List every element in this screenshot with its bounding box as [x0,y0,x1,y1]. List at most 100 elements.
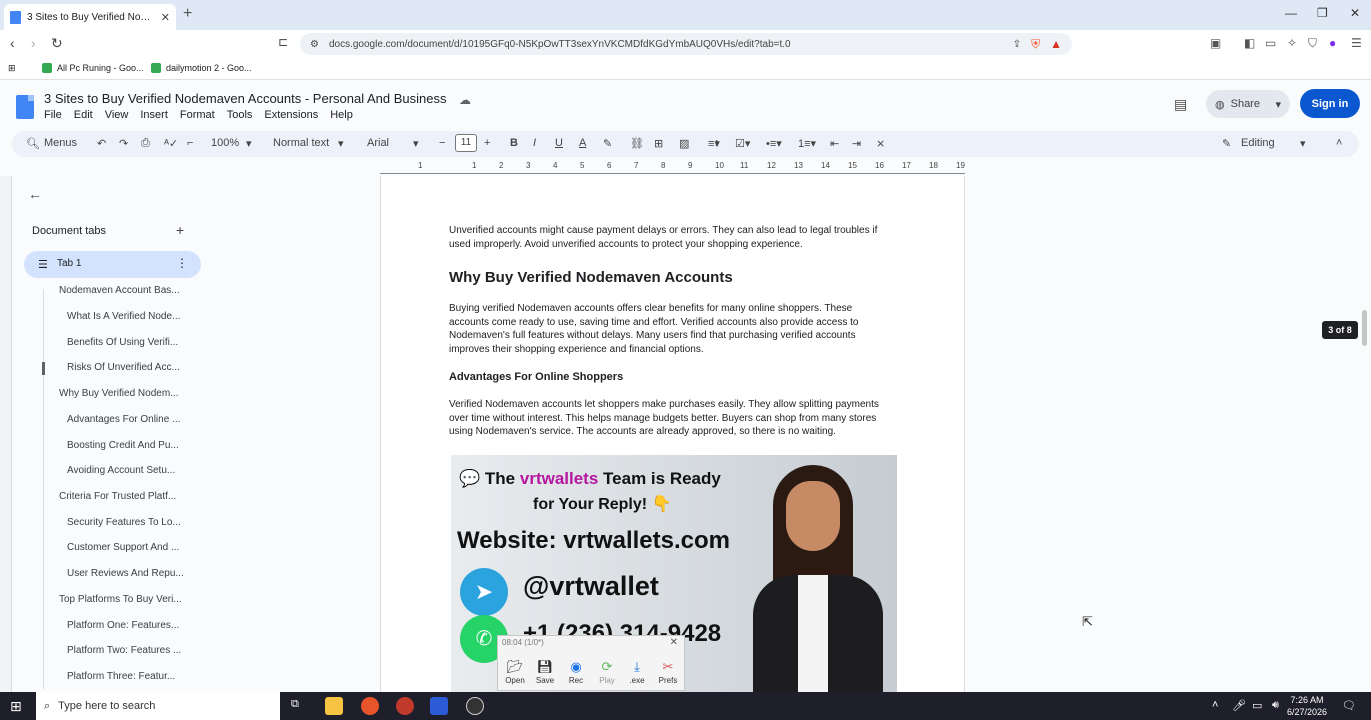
clear-formatting-icon[interactable]: ⨯ [876,137,885,150]
line-spacing-icon[interactable]: ↕ [714,137,720,149]
link-icon[interactable]: ⛓ [630,137,644,150]
brave-rewards-icon[interactable]: ▲ [1050,37,1062,51]
brave-browser-2-icon[interactable] [396,697,414,715]
vertical-scrollbar[interactable] [1362,310,1367,346]
brave-shield-icon[interactable]: ⛨ [1031,37,1040,52]
editing-pencil-icon[interactable]: ✎ [1222,137,1231,150]
sidebar-icon[interactable]: ◧ [1244,36,1255,50]
outline-item[interactable]: User Reviews And Repu... [67,568,184,579]
text-color-icon[interactable]: A [579,137,586,149]
chevron-down-icon[interactable]: ▾ [246,137,252,150]
outline-item[interactable]: Avoiding Account Setu... [67,465,175,476]
menus-search-label[interactable]: Menus [44,137,77,149]
new-tab-button[interactable]: + [183,5,192,23]
bookmark-item[interactable]: All Pc Runing - Goo... [42,63,144,73]
search-menus-icon[interactable]: 🔍︎ [26,137,40,150]
browser-tab[interactable]: 3 Sites to Buy Verified Nodemaven ✕ [4,4,176,30]
checklist-icon[interactable]: ☑▾ [735,137,750,150]
editing-mode-select[interactable]: Editing [1241,137,1275,149]
menu-help[interactable]: Help [330,109,353,121]
share-button[interactable]: ◍ Share ▾ [1206,90,1290,118]
decrease-font-icon[interactable]: − [439,137,445,149]
menu-extensions[interactable]: Extensions [264,109,318,121]
highlight-icon[interactable]: ✎ [603,137,612,150]
recorder-widget[interactable]: 08:04 (1/0*) ✕ 📂︎ Open 💾︎ Save ◉ Rec ⟳ Play … [497,635,685,691]
bookmark-item[interactable]: dailymotion 2 - Goo... [151,63,252,73]
apps-grid-icon[interactable]: ⊞ [8,63,16,74]
chevron-down-icon[interactable]: ▾ [1300,137,1306,150]
recorder-open-button[interactable]: 📂︎ Open [502,658,528,685]
decrease-indent-icon[interactable]: ⇤ [830,137,839,150]
paragraph[interactable]: Buying verified Nodemaven accounts offer… [449,302,894,357]
network-icon[interactable]: ▭ [1252,699,1262,712]
outline-item[interactable]: Benefits Of Using Verifi... [67,337,178,348]
bullet-list-icon[interactable]: •≡▾ [766,137,782,150]
close-window-icon[interactable]: ✕ [1350,6,1360,20]
task-view-icon[interactable]: ⧉ [291,698,299,711]
spellcheck-icon[interactable]: ᴬ✓ [164,137,178,150]
collapse-menus-icon[interactable]: ˄ [1336,137,1342,149]
paragraph[interactable]: Verified Nodemaven accounts let shoppers… [449,398,894,439]
docs-logo-icon[interactable] [16,95,34,119]
image-icon[interactable]: ▨ [679,137,689,150]
underline-icon[interactable]: U [555,137,563,149]
heading-advantages[interactable]: Advantages For Online Shoppers [449,371,623,383]
font-size-input[interactable]: 11 [455,134,477,152]
reader-icon[interactable]: ▣ [1210,36,1221,50]
comments-icon[interactable]: ▤ [1174,96,1187,113]
menu-edit[interactable]: Edit [74,109,93,121]
style-select[interactable]: Normal text [273,137,329,149]
more-options-icon[interactable]: ⋮ [176,256,188,270]
cloud-status-icon[interactable]: ☁ [459,93,471,107]
outline-item[interactable]: Risks Of Unverified Acc... [67,362,180,373]
close-tab-icon[interactable]: ✕ [161,11,170,24]
recorder-save-button[interactable]: 💾︎ Save [532,658,558,685]
back-arrow-icon[interactable]: ← [28,186,42,202]
recorder-prefs-button[interactable]: ✂ Prefs [655,658,681,685]
outline-item[interactable]: Security Features To Lo... [67,517,181,528]
recorder-exe-button[interactable]: ⤓ .exe [624,658,650,685]
italic-icon[interactable]: I [533,137,536,149]
redo-icon[interactable]: ↷ [119,137,128,150]
restore-icon[interactable]: ❐ [1317,6,1328,20]
leo-ai-icon[interactable]: ✧ [1287,36,1297,50]
outline-item[interactable]: Advantages For Online ... [67,414,180,425]
tray-chevron-icon[interactable]: ˄ [1212,699,1218,711]
outline-item[interactable]: Criteria For Trusted Platf... [59,491,176,502]
file-explorer-icon[interactable] [325,697,343,715]
chevron-down-icon[interactable]: ▾ [338,137,344,150]
volume-icon[interactable]: 🔊︎ [1272,699,1279,712]
wallet-icon[interactable]: ▭ [1265,36,1276,50]
outline-item[interactable]: Nodemaven Account Bas... [59,285,180,296]
brave-browser-icon[interactable] [361,697,379,715]
menu-file[interactable]: File [44,109,62,121]
undo-icon[interactable]: ↶ [97,137,106,150]
numbered-list-icon[interactable]: 1≡▾ [798,137,816,150]
chevron-down-icon[interactable]: ▾ [413,137,419,150]
heading-why-buy[interactable]: Why Buy Verified Nodemaven Accounts [449,269,733,286]
recorder-play-button[interactable]: ⟳ Play [594,658,620,685]
vpn-icon[interactable]: ⛉ [1308,36,1317,51]
recorder-rec-button[interactable]: ◉ Rec [563,658,589,685]
taskbar-search[interactable]: ⌕ Type here to search [36,692,280,720]
back-icon[interactable]: ‹ [10,35,15,51]
bookmark-icon[interactable]: ⊏ [278,35,288,49]
outline-item[interactable]: Platform Two: Features ... [67,645,181,656]
increase-indent-icon[interactable]: ⇥ [852,137,861,150]
outline-item[interactable]: Top Platforms To Buy Veri... [59,594,182,605]
outline-item[interactable]: Platform Three: Featur... [67,671,175,682]
reload-icon[interactable]: ↻ [51,35,63,52]
bold-icon[interactable]: B [510,137,518,149]
browser-menu-icon[interactable]: ☰ [1351,36,1362,50]
address-bar[interactable]: ⚙ docs.google.com/document/d/10195GFq0-N… [300,33,1072,55]
share-dropdown-icon[interactable]: ▾ [1275,98,1281,111]
outline-item[interactable]: What Is A Verified Node... [67,311,180,322]
outline-item[interactable]: Why Buy Verified Nodem... [59,388,179,399]
outline-item[interactable]: Customer Support And ... [67,542,179,553]
add-tab-icon[interactable]: + [176,222,184,238]
zoom-select[interactable]: 100% [211,137,239,149]
recorder-close-icon[interactable]: ✕ [670,637,678,648]
clock-app-icon[interactable] [466,697,484,715]
app-icon[interactable] [430,697,448,715]
paint-format-icon[interactable]: ⌐ [187,137,193,149]
